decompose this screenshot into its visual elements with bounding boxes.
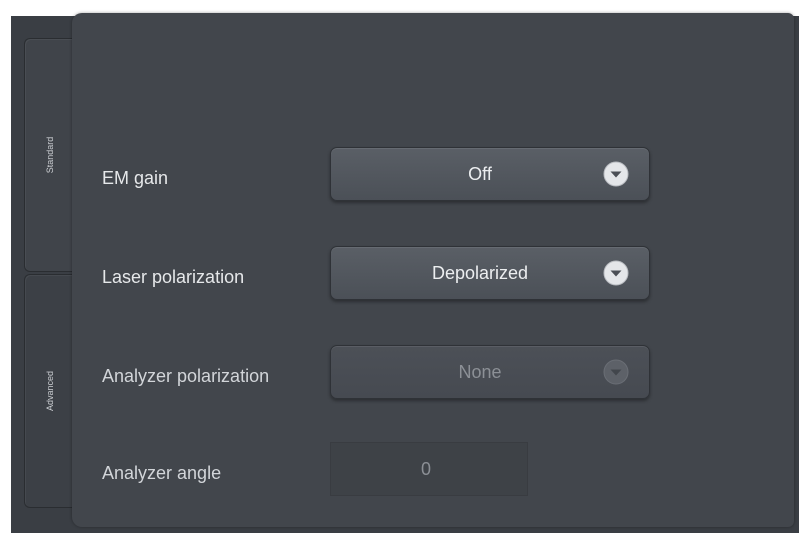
- em-gain-dropdown[interactable]: Off: [330, 147, 650, 201]
- tab-advanced-label: Advanced: [45, 370, 55, 412]
- laser-polarization-label: Laser polarization: [102, 267, 245, 287]
- analyzer-polarization-label: Analyzer polarization: [102, 366, 270, 386]
- analyzer-angle-value: 0: [421, 459, 432, 479]
- laser-polarization-value: Depolarized: [431, 263, 529, 283]
- analyzer-angle-label: Analyzer angle: [102, 463, 222, 483]
- analyzer-polarization-dropdown[interactable]: None: [330, 345, 650, 399]
- tab-standard[interactable]: Standard: [24, 38, 75, 272]
- tab-advanced[interactable]: Advanced: [24, 274, 75, 508]
- chevron-down-icon: [603, 161, 629, 187]
- em-gain-label: EM gain: [102, 168, 169, 188]
- chevron-down-icon: [603, 260, 629, 286]
- em-gain-value: Off: [468, 164, 492, 184]
- tab-standard-label: Standard: [45, 136, 55, 174]
- chevron-down-icon: [603, 359, 629, 385]
- analyzer-angle-field[interactable]: 0: [330, 442, 528, 496]
- settings-panel: EM gain Off Laser polarization Depolariz…: [72, 13, 794, 527]
- analyzer-polarization-value: None: [458, 362, 502, 382]
- laser-polarization-dropdown[interactable]: Depolarized: [330, 246, 650, 300]
